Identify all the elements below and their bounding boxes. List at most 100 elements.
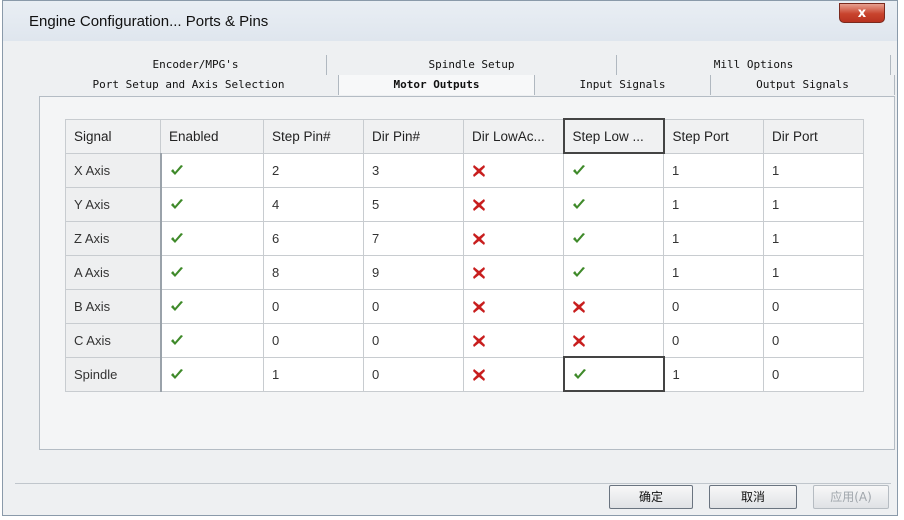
table-header-row: Signal Enabled Step Pin# Dir Pin# Dir Lo… xyxy=(65,118,864,154)
dir-pin-cell[interactable]: 0 xyxy=(363,288,464,324)
dir-pin-cell[interactable]: 0 xyxy=(363,356,464,392)
step-pin-cell[interactable]: 2 xyxy=(263,152,364,188)
step-low-cell[interactable] xyxy=(563,186,664,222)
step-pin-cell[interactable]: 0 xyxy=(263,288,364,324)
dir-pin-cell[interactable]: 0 xyxy=(363,322,464,358)
check-icon xyxy=(170,300,184,314)
cross-icon xyxy=(472,368,486,382)
dir-pin-cell[interactable]: 9 xyxy=(363,254,464,290)
step-low-cell[interactable] xyxy=(563,152,664,188)
check-icon xyxy=(170,232,184,246)
column-header[interactable]: Step Port xyxy=(663,118,764,154)
cancel-button[interactable]: 取消 xyxy=(709,485,797,509)
cross-icon xyxy=(472,266,486,280)
dir-low-cell[interactable] xyxy=(463,186,564,222)
step-pin-cell[interactable]: 0 xyxy=(263,322,364,358)
cross-icon xyxy=(472,164,486,178)
enabled-cell[interactable] xyxy=(160,220,264,256)
row-signal-label[interactable]: B Axis xyxy=(65,288,162,324)
step-port-cell[interactable]: 1 xyxy=(663,186,764,222)
dir-low-cell[interactable] xyxy=(463,254,564,290)
cross-icon xyxy=(572,300,586,314)
check-icon xyxy=(170,334,184,348)
column-header[interactable]: Enabled xyxy=(160,118,264,154)
step-low-cell[interactable] xyxy=(563,288,664,324)
step-port-cell[interactable]: 1 xyxy=(663,152,764,188)
step-pin-cell[interactable]: 4 xyxy=(263,186,364,222)
column-header[interactable]: Dir LowAc... xyxy=(463,118,564,154)
step-port-cell[interactable]: 1 xyxy=(663,356,764,392)
row-signal-label[interactable]: A Axis xyxy=(65,254,162,290)
tab-port-setup[interactable]: Port Setup and Axis Selection xyxy=(39,75,339,95)
cross-icon xyxy=(572,334,586,348)
column-header[interactable]: Dir Pin# xyxy=(363,118,464,154)
cross-icon xyxy=(472,198,486,212)
step-port-cell[interactable]: 1 xyxy=(663,220,764,256)
check-icon xyxy=(572,164,586,178)
column-header[interactable]: Step Pin# xyxy=(263,118,364,154)
dir-low-cell[interactable] xyxy=(463,152,564,188)
dir-pin-cell[interactable]: 3 xyxy=(363,152,464,188)
cross-icon xyxy=(472,334,486,348)
enabled-cell[interactable] xyxy=(160,288,264,324)
footer-divider xyxy=(15,483,891,484)
step-port-cell[interactable]: 0 xyxy=(663,288,764,324)
tab-motor-outputs[interactable]: Motor Outputs xyxy=(339,75,535,95)
column-header[interactable]: Dir Port xyxy=(763,118,864,154)
enabled-cell[interactable] xyxy=(160,186,264,222)
step-pin-cell[interactable]: 1 xyxy=(263,356,364,392)
dir-low-cell[interactable] xyxy=(463,220,564,256)
check-icon xyxy=(573,368,587,382)
dir-low-cell[interactable] xyxy=(463,356,564,392)
step-low-cell[interactable] xyxy=(562,356,665,392)
dir-port-cell[interactable]: 1 xyxy=(763,186,864,222)
column-header[interactable]: Signal xyxy=(65,118,161,154)
tab-mill-options[interactable]: Mill Options xyxy=(617,55,891,75)
table-row: C Axis 0 0 0 0 xyxy=(65,322,864,358)
dir-port-cell[interactable]: 1 xyxy=(763,152,864,188)
dir-port-cell[interactable]: 1 xyxy=(763,254,864,290)
dir-port-cell[interactable]: 0 xyxy=(763,322,864,358)
row-signal-label[interactable]: Y Axis xyxy=(65,186,162,222)
engine-config-dialog: Engine Configuration... Ports & Pins x E… xyxy=(2,0,898,516)
step-port-cell[interactable]: 1 xyxy=(663,254,764,290)
step-pin-cell[interactable]: 8 xyxy=(263,254,364,290)
dir-port-cell[interactable]: 1 xyxy=(763,220,864,256)
step-port-cell[interactable]: 0 xyxy=(663,322,764,358)
step-low-cell[interactable] xyxy=(563,254,664,290)
tab-row-back: Encoder/MPG's Spindle Setup Mill Options xyxy=(65,55,891,75)
tab-input-signals[interactable]: Input Signals xyxy=(535,75,711,95)
check-icon xyxy=(170,368,184,382)
column-header[interactable]: Step Low ... xyxy=(562,118,665,154)
enabled-cell[interactable] xyxy=(160,254,264,290)
dir-low-cell[interactable] xyxy=(463,288,564,324)
enabled-cell[interactable] xyxy=(160,152,264,188)
tab-row-front: Port Setup and Axis Selection Motor Outp… xyxy=(39,75,895,96)
tab-spindle-setup[interactable]: Spindle Setup xyxy=(327,55,617,75)
table-row: Y Axis 4 5 1 1 xyxy=(65,186,864,222)
close-button[interactable]: x xyxy=(839,3,885,23)
title-bar: Engine Configuration... Ports & Pins x xyxy=(3,1,897,41)
dir-port-cell[interactable]: 0 xyxy=(763,288,864,324)
row-signal-label[interactable]: X Axis xyxy=(65,152,162,188)
motor-outputs-table: Signal Enabled Step Pin# Dir Pin# Dir Lo… xyxy=(65,118,864,392)
table-row: A Axis 8 9 1 1 xyxy=(65,254,864,290)
row-signal-label[interactable]: Z Axis xyxy=(65,220,162,256)
table-row: Z Axis 6 7 1 1 xyxy=(65,220,864,256)
window-title: Engine Configuration... Ports & Pins xyxy=(29,13,269,30)
dir-pin-cell[interactable]: 5 xyxy=(363,186,464,222)
tab-output-signals[interactable]: Output Signals xyxy=(711,75,895,95)
row-signal-label[interactable]: Spindle xyxy=(65,356,162,392)
tab-encoder-mpg[interactable]: Encoder/MPG's xyxy=(65,55,327,75)
row-signal-label[interactable]: C Axis xyxy=(65,322,162,358)
step-low-cell[interactable] xyxy=(563,322,664,358)
dir-low-cell[interactable] xyxy=(463,322,564,358)
apply-button[interactable]: 应用(A) xyxy=(813,485,889,509)
enabled-cell[interactable] xyxy=(160,356,264,392)
step-low-cell[interactable] xyxy=(563,220,664,256)
ok-button[interactable]: 确定 xyxy=(609,485,693,509)
step-pin-cell[interactable]: 6 xyxy=(263,220,364,256)
enabled-cell[interactable] xyxy=(160,322,264,358)
dir-port-cell[interactable]: 0 xyxy=(763,356,864,392)
dir-pin-cell[interactable]: 7 xyxy=(363,220,464,256)
